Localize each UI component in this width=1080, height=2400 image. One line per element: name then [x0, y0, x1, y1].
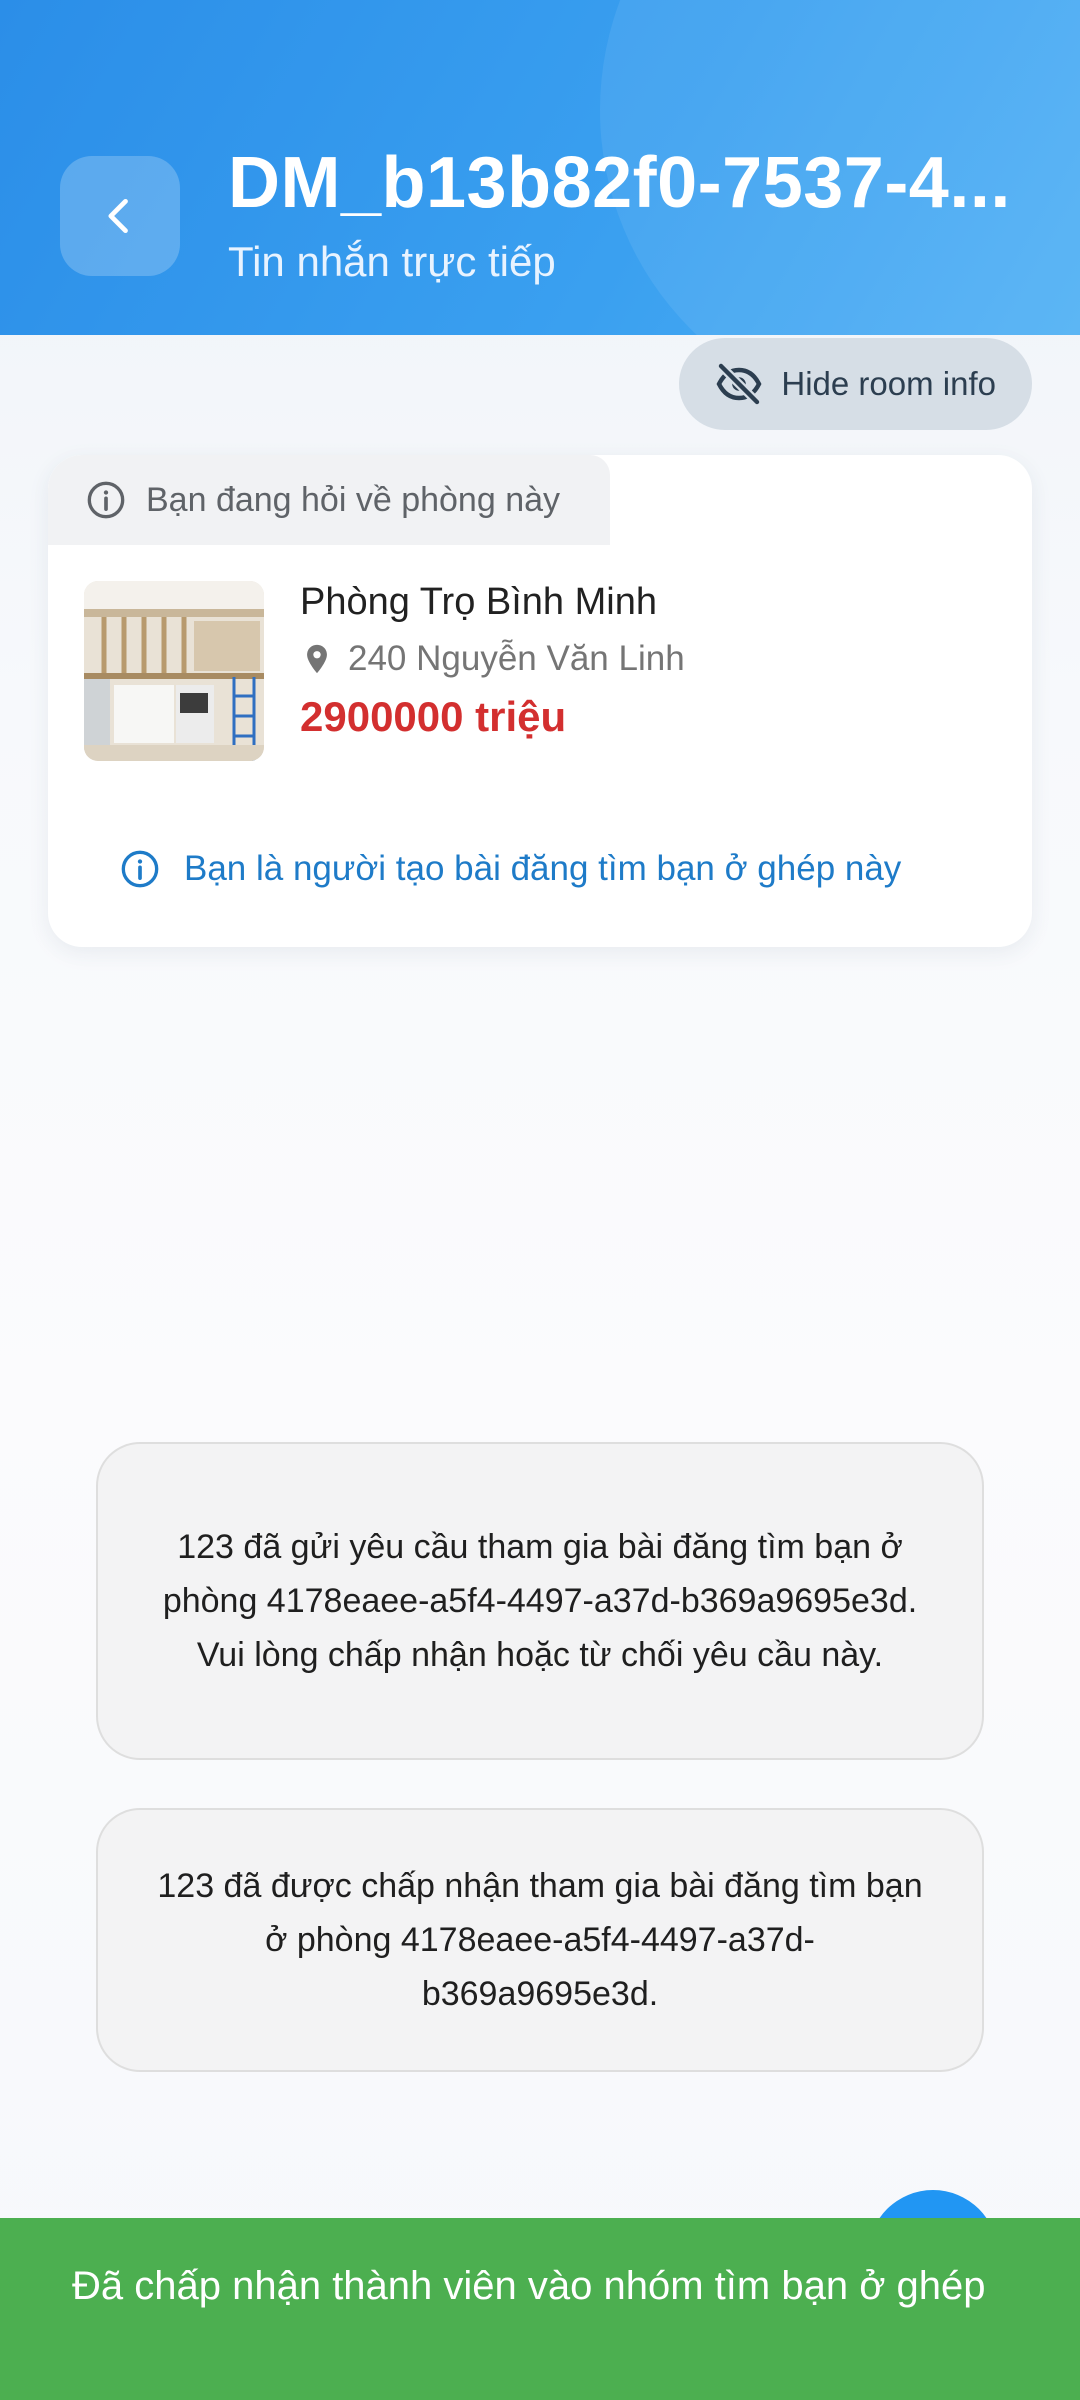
snackbar: Đã chấp nhận thành viên vào nhóm tìm bạn…	[0, 2218, 1080, 2400]
info-icon	[121, 850, 159, 888]
chevron-left-icon	[108, 198, 128, 234]
room-price: 2900000 triệu	[300, 693, 567, 740]
hide-room-info-label: Hide room info	[781, 365, 996, 402]
system-message-text: 123 đã được chấp nhận tham gia bài đăng …	[157, 1867, 923, 2013]
system-message: 123 đã gửi yêu cầu tham gia bài đăng tìm…	[96, 1442, 984, 1760]
system-message: 123 đã được chấp nhận tham gia bài đăng …	[96, 1808, 984, 2072]
hide-room-info-button[interactable]: Hide room info	[679, 338, 1032, 430]
room-photo	[84, 581, 264, 761]
room-info-card[interactable]: Bạn đang hỏi về phòng này Phòng Trọ Bình…	[48, 455, 1032, 947]
back-button[interactable]	[60, 156, 180, 276]
room-name: Phòng Trọ Bình Minh	[300, 581, 657, 623]
app-header: DM_b13b82f0-7537-4... Tin nhắn trực tiếp	[0, 0, 1080, 335]
eye-off-icon	[716, 362, 762, 406]
asking-about-room-tab: Bạn đang hỏi về phòng này	[48, 455, 610, 545]
location-pin-icon	[307, 644, 327, 674]
system-message-text: 123 đã gửi yêu cầu tham gia bài đăng tìm…	[162, 1528, 918, 1674]
info-icon	[87, 481, 125, 519]
room-address-label: 240 Nguyễn Văn Linh	[348, 639, 685, 678]
snackbar-text: Đã chấp nhận thành viên vào nhóm tìm bạn…	[72, 2264, 986, 2308]
owner-note-label: Bạn là người tạo bài đăng tìm bạn ở ghép…	[184, 849, 902, 888]
page-subtitle: Tin nhắn trực tiếp	[228, 238, 556, 285]
asking-about-room-label: Bạn đang hỏi về phòng này	[146, 480, 561, 519]
owner-note: Bạn là người tạo bài đăng tìm bạn ở ghép…	[120, 849, 901, 889]
page-title: DM_b13b82f0-7537-4...	[228, 143, 1011, 223]
room-address: 240 Nguyễn Văn Linh	[300, 639, 685, 679]
room-thumbnail[interactable]	[84, 581, 264, 761]
